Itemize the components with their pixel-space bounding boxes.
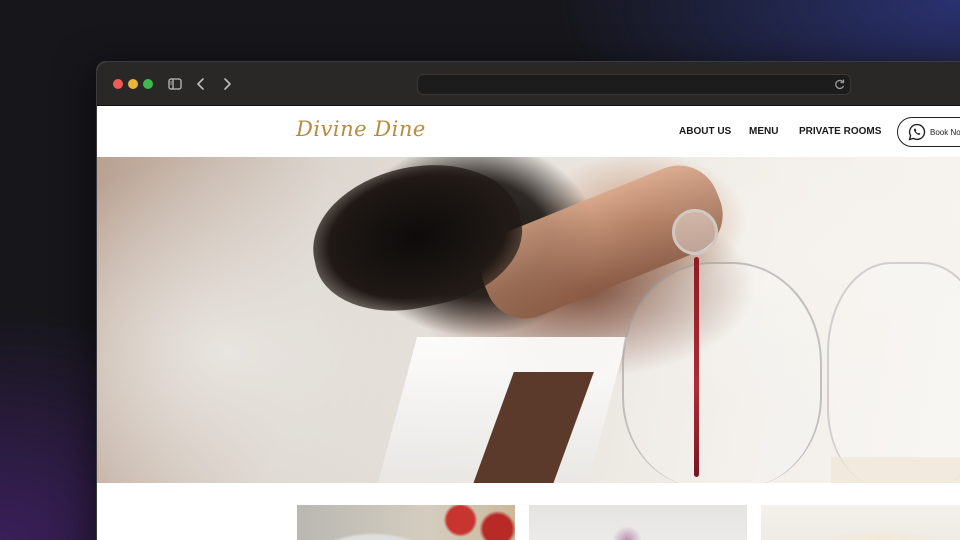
hero-wine-stream [694,257,699,477]
dish-card-soup[interactable] [761,505,960,540]
sidebar-toggle-icon[interactable] [165,74,185,94]
hero-image [97,157,960,483]
dish-card-dark-plate[interactable] [529,505,747,540]
browser-window: Divine Dine ABOUT US MENU PRIVATE ROOMS … [96,61,960,540]
site-logo[interactable]: Divine Dine [296,117,426,141]
minimize-window-button[interactable] [128,79,138,89]
back-icon[interactable] [191,74,211,94]
nav-about-us[interactable]: ABOUT US [679,126,731,137]
forward-icon[interactable] [217,74,237,94]
nav-menu[interactable]: MENU [749,126,778,137]
book-now-label: Book No [930,127,960,137]
site-header: Divine Dine ABOUT US MENU PRIVATE ROOMS … [97,107,960,157]
browser-titlebar [97,62,960,106]
dish-cards [97,505,960,540]
maximize-window-button[interactable] [143,79,153,89]
book-now-button[interactable]: Book No [897,117,960,147]
hero-wine-glass [622,262,822,483]
hero-wine-glass-2 [827,262,960,483]
whatsapp-icon [908,123,926,141]
address-bar[interactable] [417,74,851,95]
hero-bottle-neck [672,209,718,255]
reload-icon[interactable] [833,78,846,91]
close-window-button[interactable] [113,79,123,89]
dish-card-dessert[interactable] [297,505,515,540]
nav-private-rooms[interactable]: PRIVATE ROOMS [799,126,881,137]
hero-glass-2-wine [831,457,960,483]
